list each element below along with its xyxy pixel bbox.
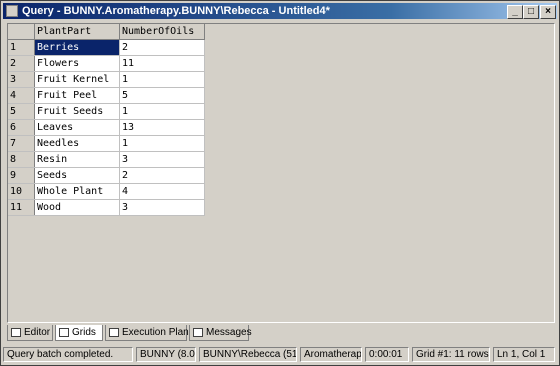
row-number[interactable]: 5 (8, 103, 35, 120)
row-number[interactable]: 7 (8, 135, 35, 152)
table-row[interactable]: 4 Fruit Peel 5 (8, 87, 205, 104)
cell-plantpart[interactable]: Seeds (34, 167, 120, 184)
status-grid-rows: Grid #1: 11 rows (412, 347, 490, 362)
cell-numberofoils[interactable]: 11 (119, 55, 205, 72)
row-number[interactable]: 6 (8, 119, 35, 136)
execution-plan-icon (109, 328, 119, 337)
status-position: Ln 1, Col 1 (493, 347, 555, 362)
column-header-plantpart[interactable]: PlantPart (34, 24, 120, 40)
status-message: Query batch completed. (3, 347, 133, 362)
close-button[interactable]: × (540, 5, 556, 19)
status-server: BUNNY (8.0) (136, 347, 196, 362)
tab-messages[interactable]: Messages (189, 325, 252, 341)
row-number[interactable]: 8 (8, 151, 35, 168)
status-user: BUNNY\Rebecca (51 (199, 347, 297, 362)
column-header-numberofoils[interactable]: NumberOfOils (119, 24, 205, 40)
table-row[interactable]: 7 Needles 1 (8, 135, 205, 152)
cell-numberofoils[interactable]: 3 (119, 151, 205, 168)
cell-plantpart[interactable]: Fruit Peel (34, 87, 120, 104)
table-row[interactable]: 5 Fruit Seeds 1 (8, 103, 205, 120)
row-number[interactable]: 3 (8, 71, 35, 88)
cell-plantpart[interactable]: Fruit Kernel (34, 71, 120, 88)
tab-editor[interactable]: Editor (7, 325, 53, 341)
tab-editor-label: Editor (24, 327, 51, 338)
window-icon (6, 5, 18, 17)
cell-numberofoils[interactable]: 2 (119, 167, 205, 184)
cell-numberofoils[interactable]: 1 (119, 71, 205, 88)
status-database: Aromatherapy (300, 347, 362, 362)
table-row[interactable]: 2 Flowers 11 (8, 55, 205, 72)
grid-body: 1 Berries 2 2 Flowers 11 3 Fruit Kernel 1 4 Fruit … (8, 39, 205, 216)
row-number[interactable]: 1 (8, 39, 35, 56)
table-row[interactable]: 1 Berries 2 (8, 39, 205, 56)
minimize-button[interactable]: _ (507, 5, 523, 19)
table-row[interactable]: 9 Seeds 2 (8, 167, 205, 184)
table-row[interactable]: 11 Wood 3 (8, 199, 205, 216)
cell-numberofoils[interactable]: 3 (119, 199, 205, 216)
editor-icon (11, 328, 21, 337)
cell-plantpart[interactable]: Flowers (34, 55, 120, 72)
grids-icon (59, 328, 69, 337)
cell-plantpart[interactable]: Whole Plant (34, 183, 120, 200)
tab-messages-label: Messages (206, 327, 252, 338)
tab-grids[interactable]: Grids (55, 325, 103, 341)
row-number[interactable]: 10 (8, 183, 35, 200)
row-number[interactable]: 4 (8, 87, 35, 104)
results-grid: PlantPart NumberOfOils 1 Berries 2 2 Flowers… (8, 24, 205, 216)
status-time: 0:00:01 (365, 347, 409, 362)
table-row[interactable]: 6 Leaves 13 (8, 119, 205, 136)
table-row[interactable]: 3 Fruit Kernel 1 (8, 71, 205, 88)
cell-numberofoils[interactable]: 5 (119, 87, 205, 104)
cell-plantpart[interactable]: Resin (34, 151, 120, 168)
cell-numberofoils[interactable]: 4 (119, 183, 205, 200)
table-row[interactable]: 8 Resin 3 (8, 151, 205, 168)
cell-numberofoils[interactable]: 1 (119, 135, 205, 152)
row-number[interactable]: 2 (8, 55, 35, 72)
cell-plantpart[interactable]: Fruit Seeds (34, 103, 120, 120)
window-title: Query - BUNNY.Aromatherapy.BUNNY\Rebecca… (22, 5, 330, 17)
cell-numberofoils[interactable]: 1 (119, 103, 205, 120)
table-row[interactable]: 10 Whole Plant 4 (8, 183, 205, 200)
cell-plantpart[interactable]: Needles (34, 135, 120, 152)
cell-plantpart[interactable]: Leaves (34, 119, 120, 136)
grid-corner[interactable] (8, 24, 35, 40)
query-window: Query - BUNNY.Aromatherapy.BUNNY\Rebecca… (0, 0, 560, 366)
results-grid-area: PlantPart NumberOfOils 1 Berries 2 2 Flowers… (7, 23, 555, 323)
title-bar: Query - BUNNY.Aromatherapy.BUNNY\Rebecca… (3, 3, 557, 19)
cell-numberofoils[interactable]: 13 (119, 119, 205, 136)
status-bar: Query batch completed. BUNNY (8.0) BUNNY… (3, 345, 557, 363)
cell-plantpart[interactable]: Berries (34, 39, 120, 56)
tab-grids-label: Grids (72, 327, 96, 338)
row-number[interactable]: 9 (8, 167, 35, 184)
tab-execution-plan[interactable]: Execution Plan (105, 325, 189, 341)
cell-plantpart[interactable]: Wood (34, 199, 120, 216)
row-number[interactable]: 11 (8, 199, 35, 216)
messages-icon (193, 328, 203, 337)
cell-numberofoils[interactable]: 2 (119, 39, 205, 56)
maximize-button[interactable]: □ (523, 5, 539, 19)
tab-execution-plan-label: Execution Plan (122, 327, 189, 338)
